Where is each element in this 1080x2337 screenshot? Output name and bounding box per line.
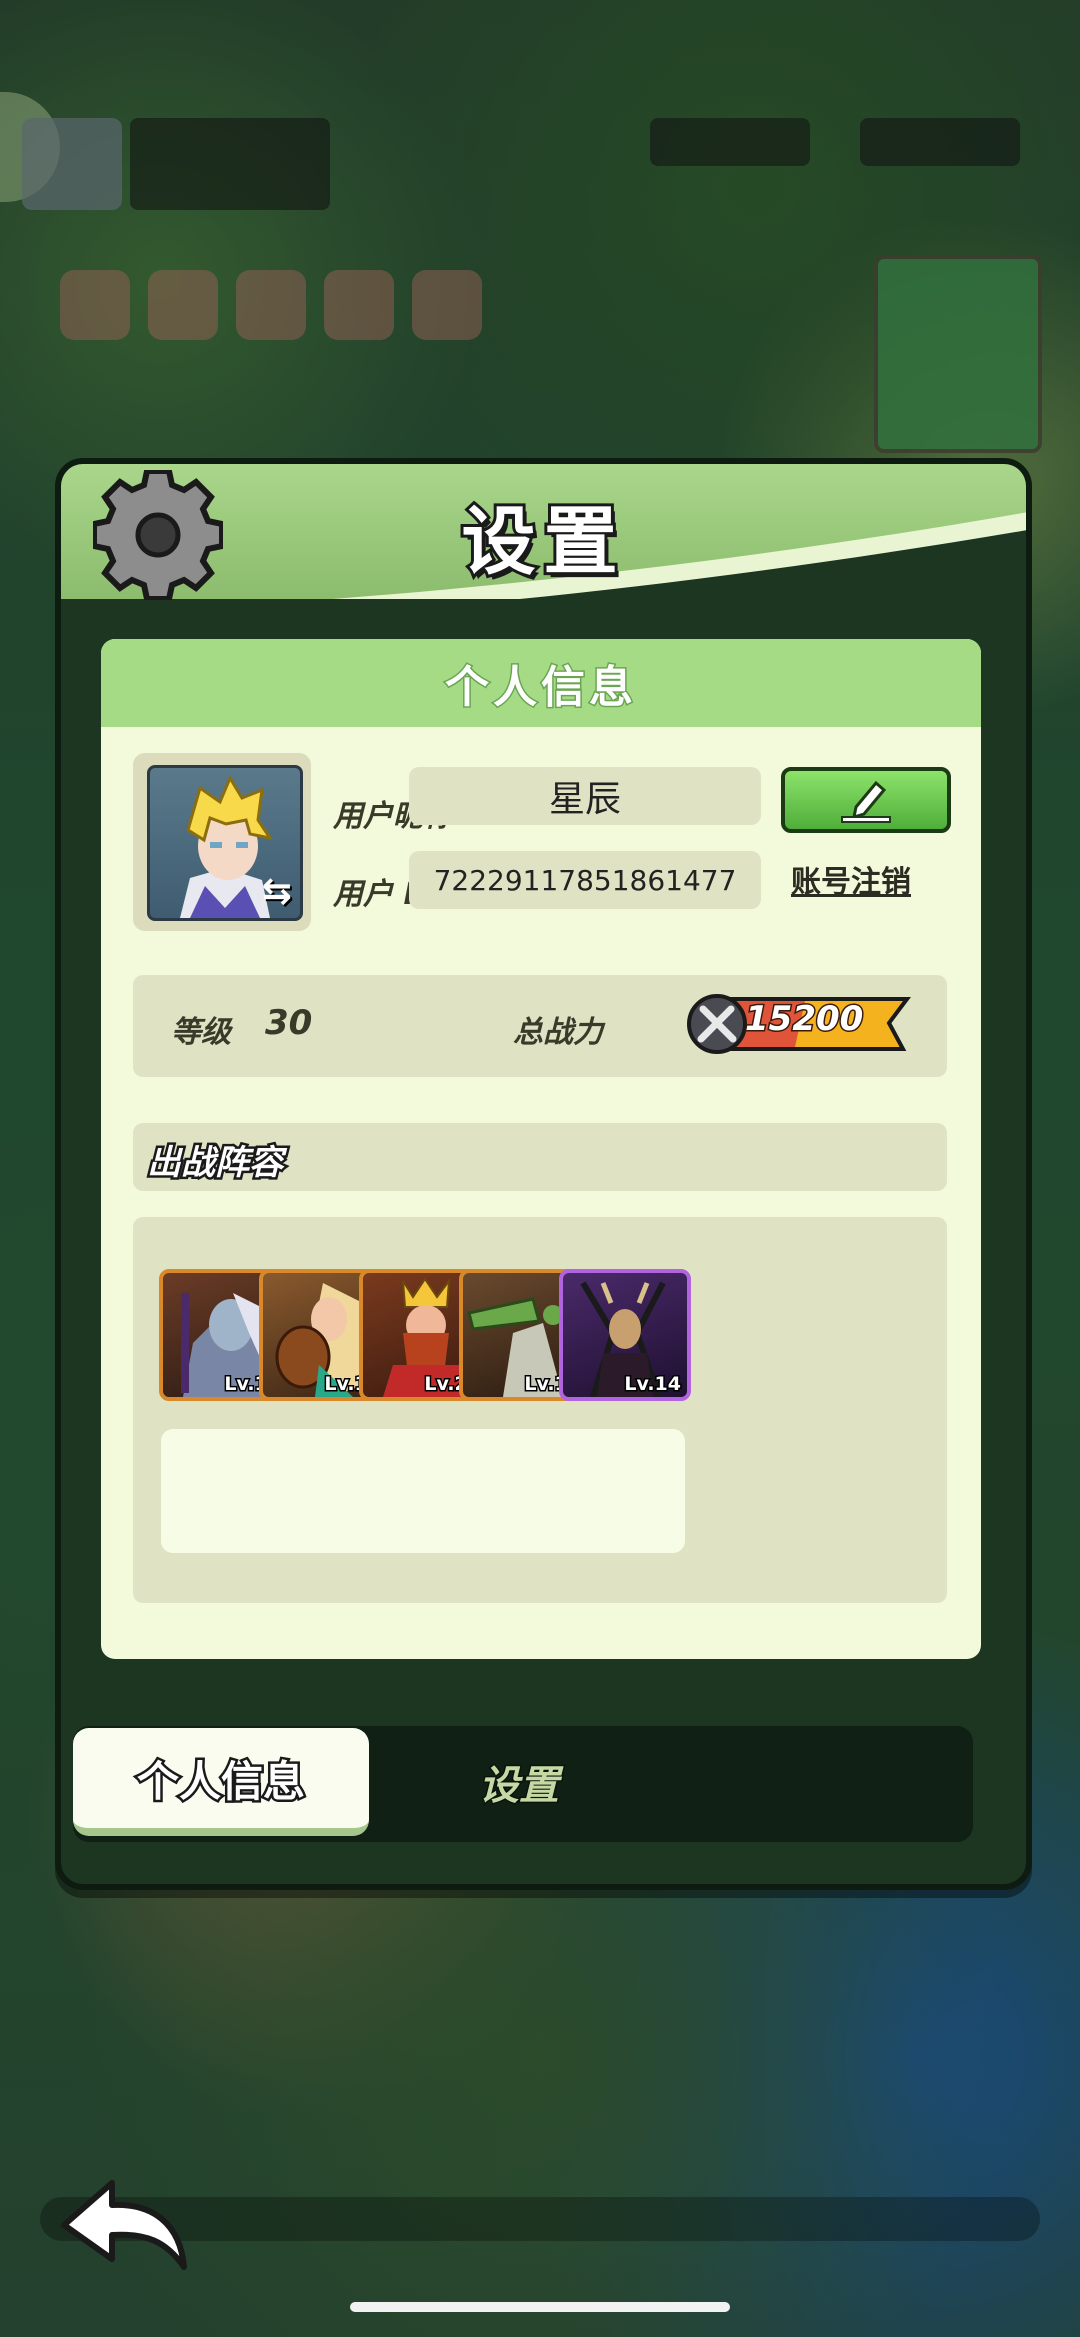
pencil-icon: [841, 780, 891, 823]
power-value: 15200: [743, 998, 864, 1041]
hero-level: Lv.14: [623, 1372, 683, 1397]
gear-icon: [93, 470, 223, 600]
tab-settings[interactable]: 设置: [369, 1726, 669, 1838]
avatar[interactable]: ⇆: [147, 765, 303, 921]
profile-panel-header: 个人信息: [101, 639, 981, 727]
level-value: 30: [265, 1003, 313, 1043]
lineup-title: 出战阵容: [145, 1141, 286, 1186]
lineup-area: Lv.10 Lv.14 Lv.20 Lv.14 Lv.14: [133, 1217, 947, 1603]
tab-profile[interactable]: 个人信息: [73, 1728, 369, 1836]
tab-profile-label: 个人信息: [134, 1754, 307, 1808]
power-label: 总战力: [513, 1015, 603, 1050]
home-indicator: [350, 2302, 730, 2312]
tab-settings-label: 设置: [478, 1762, 561, 1811]
stats-row: 等级 30 总战力 15200: [133, 975, 947, 1077]
empty-slot[interactable]: [561, 1429, 685, 1553]
nickname-field: 星辰: [409, 767, 761, 825]
lineup-header: 出战阵容: [133, 1123, 947, 1191]
level-label: 等级: [171, 1015, 231, 1050]
profile-panel-title: 个人信息: [444, 661, 637, 715]
power-badge: 15200: [685, 991, 915, 1055]
swap-avatar-icon[interactable]: ⇆: [262, 871, 292, 912]
settings-dialog: 设置 个人信息 ⇆ 用户昵称 星辰 用户 ID 7222911785186147…: [55, 458, 1032, 1890]
back-arrow-icon[interactable]: [56, 2175, 196, 2275]
user-id-field: 72229117851861477: [409, 851, 761, 909]
edit-nickname-button[interactable]: [781, 767, 951, 833]
dialog-tab-bar: 个人信息 设置: [73, 1726, 973, 1842]
cancel-account-link[interactable]: 账号注销: [791, 857, 911, 901]
avatar-frame[interactable]: ⇆: [133, 753, 311, 931]
hero-slot-5[interactable]: Lv.14: [559, 1269, 691, 1401]
profile-panel: 个人信息 ⇆ 用户昵称 星辰 用户 ID 72229117851861477 账…: [101, 639, 981, 1659]
